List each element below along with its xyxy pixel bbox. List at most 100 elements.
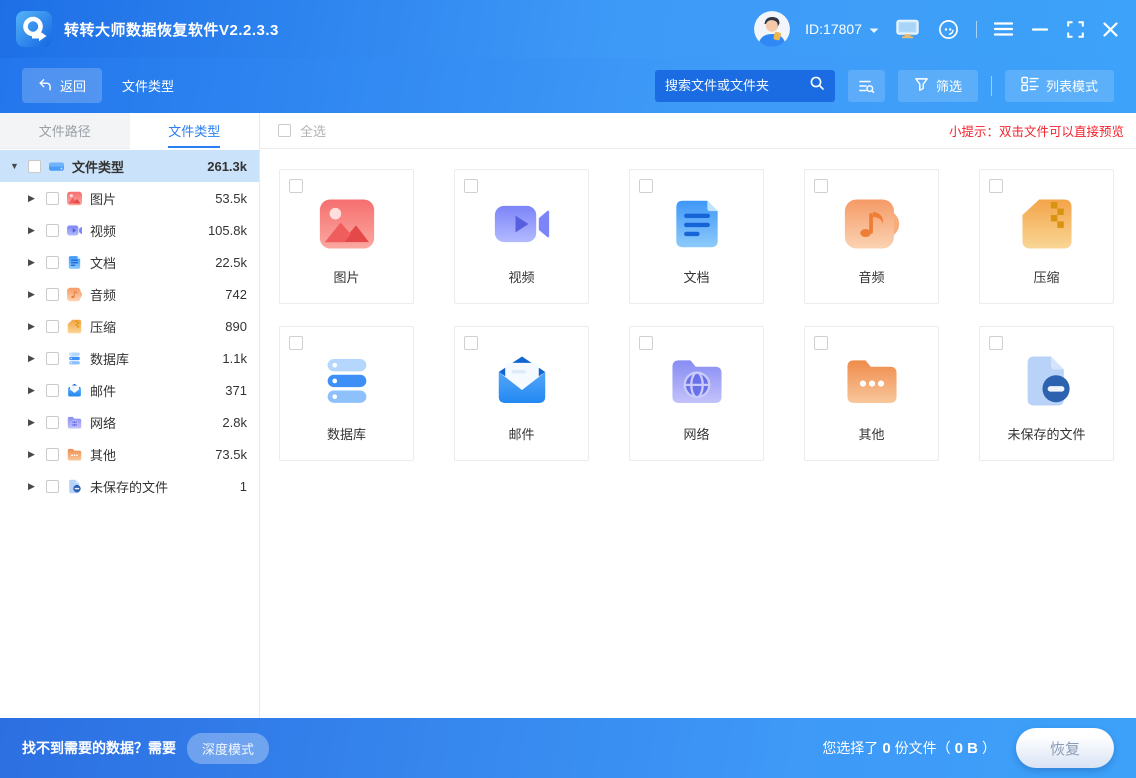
card-checkbox[interactable] (814, 336, 828, 350)
card-checkbox[interactable] (639, 179, 653, 193)
card-unsaved[interactable]: 未保存的文件 (979, 326, 1114, 461)
search-input[interactable] (665, 78, 809, 93)
tree-item-mail[interactable]: ▶邮件371 (0, 374, 259, 406)
tree-item-image[interactable]: ▶图片53.5k (0, 182, 259, 214)
customer-service-icon[interactable] (936, 17, 961, 42)
card-checkbox[interactable] (989, 336, 1003, 350)
caret-down-icon (869, 21, 879, 37)
select-all-checkbox[interactable] (278, 124, 291, 137)
user-id[interactable]: ID:17807 (805, 21, 879, 37)
card-network[interactable]: 网络 (629, 326, 764, 461)
tree-item-count: 105.8k (208, 223, 247, 238)
caret-collapsed-icon[interactable]: ▶ (28, 449, 43, 460)
select-all[interactable]: 全选 (278, 121, 326, 140)
tree-checkbox[interactable] (46, 416, 59, 429)
tree-checkbox[interactable] (46, 352, 59, 365)
card-checkbox[interactable] (289, 336, 303, 350)
card-checkbox[interactable] (639, 336, 653, 350)
tree-checkbox[interactable] (28, 160, 41, 173)
maximize-button[interactable] (1065, 19, 1086, 40)
tab-file-type[interactable]: 文件类型 (130, 113, 260, 149)
tree-item-count: 2.8k (222, 415, 247, 430)
mail-icon (66, 382, 83, 399)
deep-mode-button[interactable]: 深度模式 (187, 733, 269, 764)
tree-checkbox[interactable] (46, 288, 59, 301)
tree-checkbox[interactable] (46, 448, 59, 461)
card-audio[interactable]: 音频 (804, 169, 939, 304)
caret-collapsed-icon[interactable]: ▶ (28, 481, 43, 492)
filter-button[interactable]: 筛选 (898, 70, 978, 102)
minimize-button[interactable] (1030, 20, 1050, 38)
tree-item-label: 未保存的文件 (90, 477, 168, 496)
screen-monitor-icon[interactable] (894, 17, 921, 41)
card-other[interactable]: 其他 (804, 326, 939, 461)
card-video[interactable]: 视频 (454, 169, 589, 304)
tree-item-archive[interactable]: ▶压缩890 (0, 310, 259, 342)
card-label: 文档 (683, 267, 709, 286)
list-layout-icon (1021, 76, 1039, 95)
user-avatar[interactable] (754, 11, 790, 47)
card-database[interactable]: 数据库 (279, 326, 414, 461)
card-label: 音频 (858, 267, 884, 286)
card-checkbox[interactable] (289, 179, 303, 193)
search-box[interactable] (655, 70, 835, 102)
funnel-icon (914, 77, 929, 95)
recover-button[interactable]: 恢复 (1016, 728, 1114, 768)
tree-item-count: 1.1k (222, 351, 247, 366)
search-icon[interactable] (809, 75, 825, 96)
close-button[interactable] (1101, 20, 1120, 39)
list-mode-button[interactable]: 列表模式 (1005, 70, 1114, 102)
tree-checkbox[interactable] (46, 384, 59, 397)
caret-collapsed-icon[interactable]: ▶ (28, 385, 43, 396)
card-image[interactable]: 图片 (279, 169, 414, 304)
other-icon (66, 446, 83, 463)
card-document[interactable]: 文档 (629, 169, 764, 304)
tree-checkbox[interactable] (46, 256, 59, 269)
tree-checkbox[interactable] (46, 192, 59, 205)
card-checkbox[interactable] (814, 179, 828, 193)
tree-item-label: 图片 (90, 189, 116, 208)
caret-collapsed-icon[interactable]: ▶ (28, 321, 43, 332)
tree-item-video[interactable]: ▶视频105.8k (0, 214, 259, 246)
caret-collapsed-icon[interactable]: ▶ (28, 225, 43, 236)
caret-collapsed-icon[interactable]: ▶ (28, 257, 43, 268)
menu-button[interactable] (992, 20, 1015, 38)
card-checkbox[interactable] (989, 179, 1003, 193)
caret-collapsed-icon[interactable]: ▶ (28, 193, 43, 204)
tree-checkbox[interactable] (46, 480, 59, 493)
tree-item-label: 邮件 (90, 381, 116, 400)
search-list-button[interactable] (848, 70, 885, 102)
card-checkbox[interactable] (464, 336, 478, 350)
tab-file-path[interactable]: 文件路径 (0, 113, 130, 149)
tree-item-document[interactable]: ▶文档22.5k (0, 246, 259, 278)
card-checkbox[interactable] (464, 179, 478, 193)
tree-checkbox[interactable] (46, 224, 59, 237)
tree-checkbox[interactable] (46, 320, 59, 333)
tree-item-unsaved[interactable]: ▶ 未保存的文件 1 (0, 470, 259, 502)
back-button[interactable]: 返回 (22, 68, 102, 103)
card-mail[interactable]: 邮件 (454, 326, 589, 461)
tree-item-other[interactable]: ▶其他73.5k (0, 438, 259, 470)
breadcrumb: 文件类型 (122, 76, 174, 95)
tree-item-drive[interactable]: ▼文件类型261.3k (0, 150, 259, 182)
tree-item-audio[interactable]: ▶音频742 (0, 278, 259, 310)
app-title: 转转大师数据恢复软件V2.2.3.3 (64, 19, 279, 40)
image-icon (66, 190, 83, 207)
caret-collapsed-icon[interactable]: ▶ (28, 353, 43, 364)
caret-collapsed-icon[interactable]: ▶ (28, 417, 43, 428)
database-icon (66, 350, 83, 367)
drive-icon (48, 158, 65, 175)
document-icon (666, 193, 728, 255)
caret-collapsed-icon[interactable]: ▶ (28, 289, 43, 300)
unsaved-icon (1016, 350, 1078, 412)
tree-item-count: 1 (240, 479, 247, 494)
caret-expanded-icon[interactable]: ▼ (10, 161, 25, 171)
document-icon (66, 254, 83, 271)
tree-item-network[interactable]: ▶ 网络 2.8k (0, 406, 259, 438)
card-archive[interactable]: 压缩 (979, 169, 1114, 304)
tree-item-label: 文档 (90, 253, 116, 272)
card-label: 图片 (333, 267, 359, 286)
title-bar: 转转大师数据恢复软件V2.2.3.3 ID:17807 (0, 0, 1136, 58)
tree-item-database[interactable]: ▶数据库1.1k (0, 342, 259, 374)
tree-item-label: 网络 (90, 413, 116, 432)
